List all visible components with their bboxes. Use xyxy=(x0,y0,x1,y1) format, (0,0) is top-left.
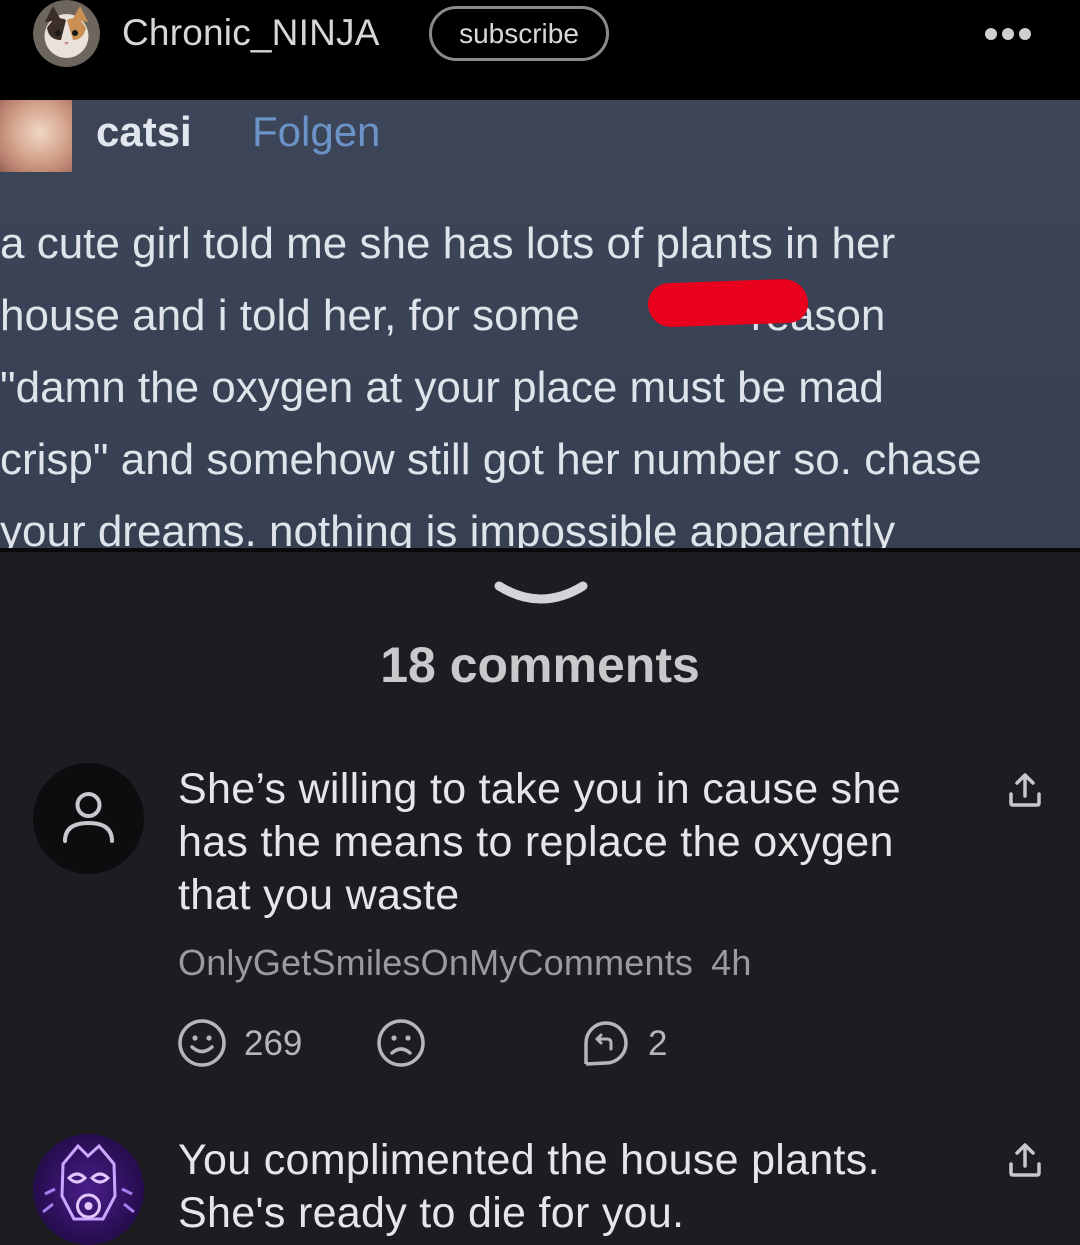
frown-icon[interactable] xyxy=(376,1018,426,1068)
reply-icon[interactable] xyxy=(580,1018,632,1068)
image-text-line: house and i told her, for some reason xyxy=(0,291,886,340)
image-text-line: your dreams. nothing is impossible appar… xyxy=(0,507,896,550)
image-username: catsi xyxy=(96,108,192,155)
image-text-line: crisp" and somehow still got her number … xyxy=(0,435,982,484)
share-icon[interactable] xyxy=(1005,1140,1045,1180)
comments-count: 18 comments xyxy=(380,637,700,693)
post-header: Chronic_NINJA subscribe xyxy=(0,0,1080,100)
user-placeholder-icon xyxy=(63,792,114,843)
red-redaction-scribble xyxy=(647,278,809,328)
image-post-text: a cute girl told me she has lots of plan… xyxy=(0,208,1080,550)
author-name[interactable]: Chronic_NINJA xyxy=(122,12,380,54)
post-page: Chronic_NINJA subscribe catsi Folgen a c… xyxy=(0,0,1080,1245)
comment-author[interactable]: OnlyGetSmilesOnMyComments xyxy=(178,942,693,983)
chevron-down-icon[interactable] xyxy=(493,578,589,610)
comment-text: She’s willing to take you in cause she h… xyxy=(178,765,901,919)
share-icon[interactable] xyxy=(1005,770,1045,810)
subscribe-button[interactable]: subscribe xyxy=(429,6,609,61)
likes-count: 269 xyxy=(244,1024,303,1063)
catsi-avatar xyxy=(0,100,72,172)
post-image[interactable]: catsi Folgen a cute girl told me she has… xyxy=(0,100,1080,550)
comment-time: 4h xyxy=(711,942,752,983)
comment-meta: OnlyGetSmilesOnMyComments 4h xyxy=(178,942,752,984)
comment-avatar[interactable] xyxy=(33,1134,144,1245)
cat-avatar-icon xyxy=(33,0,100,67)
replies-count[interactable]: 2 xyxy=(648,1024,667,1064)
image-follow-link: Folgen xyxy=(252,108,381,155)
smile-icon[interactable] xyxy=(177,1018,227,1068)
gasmask-avatar-icon xyxy=(42,1143,135,1221)
image-text-line: a cute girl told me she has lots of plan… xyxy=(0,219,896,268)
divider xyxy=(0,548,1080,552)
author-avatar[interactable] xyxy=(33,0,100,67)
comment-text: You complimented the house plants. She's… xyxy=(178,1136,880,1237)
more-dots-icon[interactable] xyxy=(984,27,1032,41)
image-text-line: "damn the oxygen at your place must be m… xyxy=(0,363,884,412)
comment-avatar[interactable] xyxy=(33,763,144,874)
